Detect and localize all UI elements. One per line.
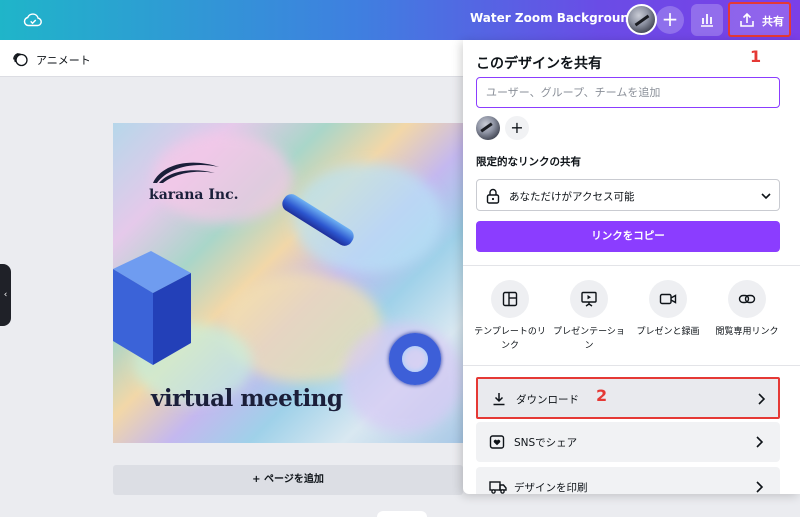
chevron-right-icon	[758, 393, 766, 405]
company-name-text: karana Inc.	[149, 187, 239, 203]
add-page-button[interactable]: + ページを追加	[113, 465, 463, 495]
panel-title: このデザインを共有	[476, 56, 602, 72]
top-bar: Water Zoom Background + 共有	[0, 0, 800, 40]
link-access-value: あなただけがアクセス可能	[509, 191, 635, 203]
share-button[interactable]: 共有	[728, 2, 791, 37]
animate-button[interactable]: アニメート	[36, 52, 91, 68]
download-label: ダウンロード	[516, 394, 579, 406]
option-label: テンプレートのリンク	[474, 327, 546, 351]
bar-chart-icon	[701, 14, 713, 27]
print-design-row[interactable]: デザインを印刷	[476, 467, 780, 494]
avatar[interactable]	[626, 4, 657, 35]
collapse-side-panel-button[interactable]: ‹	[0, 264, 11, 326]
chevron-right-icon	[756, 436, 764, 448]
template-link-option[interactable]: テンプレートのリンク	[470, 280, 550, 353]
delivery-truck-icon	[489, 481, 507, 494]
link-icon	[738, 294, 756, 304]
insights-button[interactable]	[691, 4, 723, 36]
add-people-input[interactable]	[476, 77, 780, 108]
option-label: プレゼンと録画	[636, 327, 700, 337]
document-title[interactable]: Water Zoom Background	[470, 11, 638, 25]
zoom-control[interactable]	[377, 511, 427, 517]
copy-link-button[interactable]: リンクをコピー	[476, 221, 780, 252]
divider	[463, 365, 800, 366]
view-only-link-option[interactable]: 閲覧専用リンク	[707, 280, 787, 339]
headline-text: virtual meeting	[151, 385, 343, 412]
heart-badge-icon	[489, 435, 505, 449]
download-icon	[493, 393, 505, 406]
share-panel: このデザインを共有 1 + 限定的なリンクの共有 あなただけがアクセス可能 リン…	[463, 40, 800, 494]
template-icon	[502, 291, 518, 307]
chevron-down-icon	[761, 193, 771, 200]
3d-cube-shape	[113, 251, 191, 365]
option-label: 閲覧専用リンク	[715, 327, 779, 337]
link-access-select[interactable]: あなただけがアクセス可能	[476, 179, 780, 211]
divider	[463, 265, 800, 266]
presentation-option[interactable]: プレゼンテーション	[549, 280, 629, 353]
add-person-button[interactable]: +	[505, 116, 529, 140]
owner-avatar[interactable]	[476, 116, 500, 140]
add-collaborator-button[interactable]: +	[656, 6, 684, 34]
company-logo-swoosh-icon	[153, 162, 219, 183]
print-design-label: デザインを印刷	[514, 482, 588, 494]
upload-share-icon	[740, 12, 754, 27]
annotation-number-1: 1	[750, 47, 762, 66]
cloud-saved-icon[interactable]	[22, 9, 44, 31]
video-camera-icon	[659, 293, 677, 305]
editor-toolbar: アニメート	[0, 40, 463, 77]
option-label: プレゼンテーション	[553, 327, 625, 351]
download-row[interactable]: ダウンロード	[476, 377, 780, 419]
3d-ring-shape	[389, 333, 441, 385]
animate-icon[interactable]	[12, 51, 28, 67]
share-sns-label: SNSでシェア	[514, 437, 578, 449]
presentation-icon	[581, 291, 597, 307]
share-button-label: 共有	[762, 15, 784, 28]
present-and-record-option[interactable]: プレゼンと録画	[628, 280, 708, 339]
share-sns-row[interactable]: SNSでシェア	[476, 422, 780, 462]
chevron-right-icon	[756, 481, 764, 493]
annotation-number-2: 2	[596, 386, 608, 405]
lock-icon	[486, 188, 500, 204]
limited-link-label: 限定的なリンクの共有	[476, 156, 581, 168]
design-canvas[interactable]: karana Inc. virtual meeting	[113, 123, 463, 443]
